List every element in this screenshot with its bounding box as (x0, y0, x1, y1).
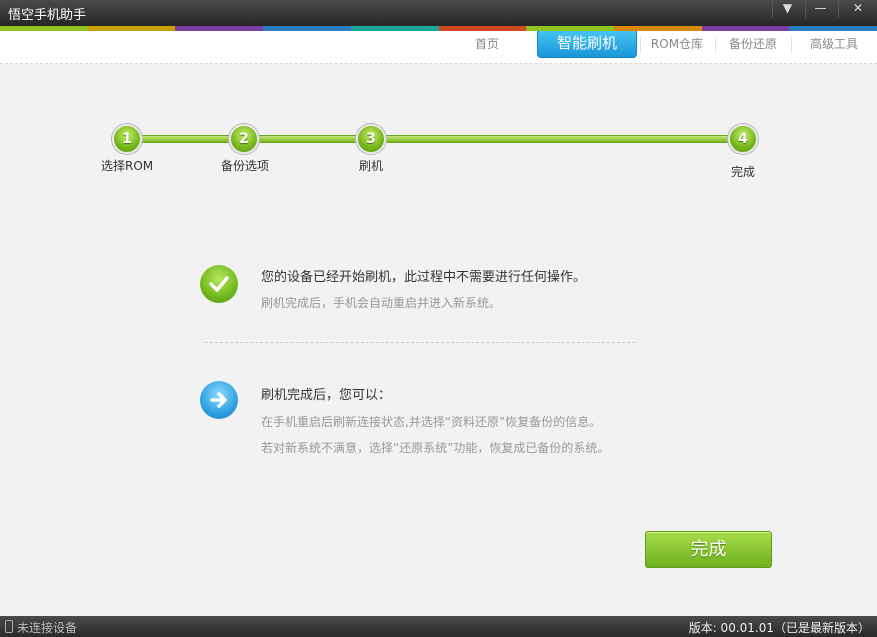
step-1-dot: 1 (112, 124, 142, 154)
step-4-label: 完成 (731, 165, 756, 179)
step-progress: 1 2 3 4 选择ROM 备份选项 刷机 完成 (0, 0, 877, 200)
flash-started-title: 您的设备已经开始刷机，此过程中不需要进行任何操作。 (261, 270, 587, 285)
flash-started-subtitle: 刷机完成后，手机会自动重启并进入新系统。 (261, 296, 502, 310)
check-icon (200, 265, 238, 303)
phone-icon (5, 620, 13, 633)
after-flash-line-1: 在手机重启后刷新连接状态,并选择“资料还原”恢复备份的信息。 (261, 415, 602, 429)
after-flash-title: 刷机完成后，您可以： (261, 388, 392, 403)
arrow-right-icon (200, 381, 238, 419)
step-2-dot: 2 (229, 124, 259, 154)
after-flash-line-2: 若对新系统不满意，选择“还原系统”功能，恢复成已备份的系统。 (261, 441, 610, 455)
step-4-dot: 4 (728, 124, 758, 154)
status-bar: 未连接设备 版本: 00.01.01（已是最新版本） (0, 616, 877, 637)
device-status: 未连接设备 (17, 621, 78, 635)
progress-track (126, 135, 744, 143)
step-1-label: 选择ROM (101, 159, 154, 173)
step-3-dot: 3 (356, 124, 386, 154)
divider (205, 342, 635, 343)
step-2-label: 备份选项 (221, 159, 270, 173)
step-3-label: 刷机 (359, 159, 384, 173)
version-label: 版本: 00.01.01（已是最新版本） (688, 621, 870, 635)
done-button[interactable]: 完成 (645, 531, 772, 568)
